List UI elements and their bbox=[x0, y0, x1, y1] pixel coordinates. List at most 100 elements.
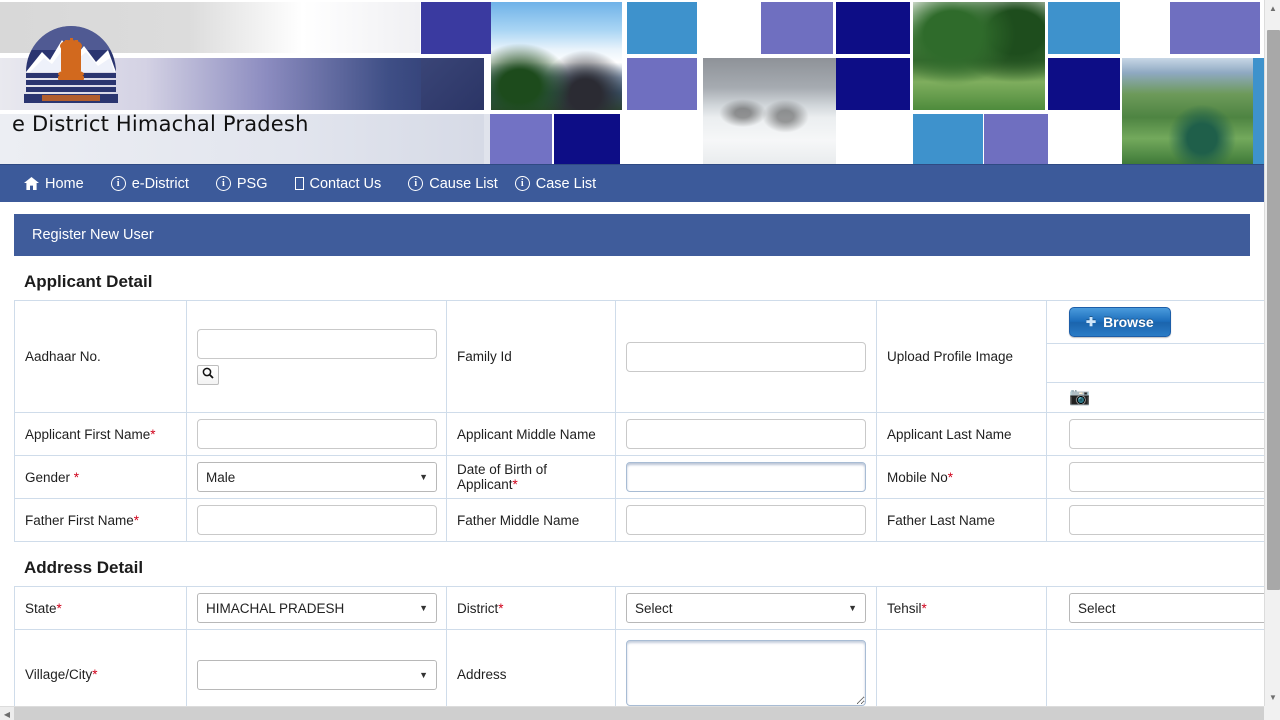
table-row: Father First Name* Father Middle Name Fa… bbox=[15, 499, 1265, 542]
plus-icon: ✚ bbox=[1086, 316, 1096, 328]
district-label-text: District bbox=[457, 601, 498, 616]
nav-item-contact-us[interactable]: Contact Us bbox=[295, 176, 395, 192]
applicant-middle-name-input[interactable] bbox=[626, 419, 866, 449]
webcam-row: 📷 bbox=[1047, 383, 1264, 412]
tehsil-select[interactable]: Select bbox=[1069, 593, 1264, 623]
mobile-no-cell bbox=[1047, 456, 1265, 499]
required-mark: * bbox=[150, 427, 155, 442]
required-mark: * bbox=[922, 601, 927, 616]
section-header-title: Register New User bbox=[32, 227, 154, 243]
upload-filename-input[interactable] bbox=[1069, 350, 1264, 376]
applicant-first-name-label-text: Applicant First Name bbox=[25, 427, 150, 442]
table-row: Gender * Male ▼ Date of Birth of App bbox=[15, 456, 1265, 499]
applicant-first-name-input[interactable] bbox=[197, 419, 437, 449]
vertical-scrollbar[interactable]: ▲ ▼ bbox=[1264, 0, 1280, 706]
father-middle-name-cell bbox=[616, 499, 877, 542]
banner-tile-white-4 bbox=[1121, 2, 1169, 54]
nav-item-edistrict[interactable]: i e-District bbox=[111, 176, 202, 192]
scroll-down-arrow-icon[interactable]: ▼ bbox=[1265, 689, 1280, 706]
camera-icon[interactable]: 📷 bbox=[1069, 387, 1090, 407]
father-last-name-label: Father Last Name bbox=[877, 499, 1047, 542]
applicant-last-name-input[interactable] bbox=[1069, 419, 1264, 449]
village-city-label: Village/City* bbox=[15, 630, 187, 707]
upload-profile-image-cell: ✚ Browse 📷 bbox=[1047, 301, 1265, 413]
required-mark: * bbox=[498, 601, 503, 616]
gender-label-text: Gender bbox=[25, 470, 74, 485]
main-navigation: Home i e-District i PSG Contact Us i Cau… bbox=[0, 164, 1264, 202]
mobile-no-input[interactable] bbox=[1069, 462, 1264, 492]
address-detail-table: State* HIMACHAL PRADESH ▼ District* bbox=[14, 586, 1264, 706]
address-cell bbox=[616, 630, 877, 707]
nav-item-cause-list[interactable]: i Cause List bbox=[408, 176, 511, 192]
upload-profile-image-label: Upload Profile Image bbox=[877, 301, 1047, 413]
state-cell: HIMACHAL PRADESH ▼ bbox=[187, 587, 447, 630]
nav-item-psg[interactable]: i PSG bbox=[216, 176, 281, 192]
nav-item-cause-list-label: Cause List bbox=[429, 176, 498, 192]
scroll-up-arrow-icon[interactable]: ▲ bbox=[1265, 0, 1280, 17]
banner-photo-snow-peaks bbox=[491, 2, 622, 110]
banner-tile-white-3 bbox=[1049, 114, 1119, 164]
state-label: State* bbox=[15, 587, 187, 630]
address-empty-cell-2 bbox=[1047, 630, 1265, 707]
father-first-name-label-text: Father First Name bbox=[25, 513, 134, 528]
aadhaar-input[interactable] bbox=[197, 329, 437, 359]
address-label: Address bbox=[447, 630, 616, 707]
required-mark: * bbox=[74, 470, 79, 485]
register-new-user-form: Register New User Applicant Detail Aadha… bbox=[0, 202, 1264, 706]
father-last-name-cell bbox=[1047, 499, 1265, 542]
aadhaar-search-button[interactable] bbox=[197, 365, 219, 385]
banner-tile-edge-blue bbox=[1253, 58, 1264, 164]
scroll-left-arrow-icon[interactable]: ◀ bbox=[0, 707, 14, 720]
banner-tile-periwinkle-1 bbox=[490, 114, 552, 164]
tehsil-cell: Select ▼ bbox=[1047, 587, 1265, 630]
vertical-scrollbar-thumb[interactable] bbox=[1267, 30, 1280, 590]
required-mark: * bbox=[134, 513, 139, 528]
info-circle-icon: i bbox=[111, 176, 126, 191]
father-middle-name-label: Father Middle Name bbox=[447, 499, 616, 542]
address-textarea[interactable] bbox=[626, 640, 866, 706]
gender-select[interactable]: Male bbox=[197, 462, 437, 492]
table-row: Aadhaar No. Family Id bbox=[15, 301, 1265, 413]
required-mark: * bbox=[57, 601, 62, 616]
himachal-pradesh-government-emblem bbox=[16, 10, 126, 106]
father-middle-name-input[interactable] bbox=[626, 505, 866, 535]
district-cell: Select ▼ bbox=[616, 587, 877, 630]
horizontal-scrollbar[interactable]: ◀ bbox=[0, 706, 1264, 720]
father-first-name-input[interactable] bbox=[197, 505, 437, 535]
banner-photo-snow-town bbox=[703, 58, 836, 164]
upload-filename-row bbox=[1047, 344, 1264, 383]
banner-tile-navy-2 bbox=[836, 2, 910, 54]
applicant-middle-name-cell bbox=[616, 413, 877, 456]
banner-tile-steelblue-1 bbox=[627, 2, 697, 54]
banner-tile-periwinkle-4 bbox=[984, 114, 1048, 164]
info-circle-icon: i bbox=[408, 176, 423, 191]
info-circle-icon: i bbox=[515, 176, 530, 191]
gender-cell: Male ▼ bbox=[187, 456, 447, 499]
state-label-text: State bbox=[25, 601, 57, 616]
required-mark: * bbox=[948, 470, 953, 485]
district-select[interactable]: Select bbox=[626, 593, 866, 623]
nav-item-case-list[interactable]: i Case List bbox=[515, 176, 609, 192]
table-row: Village/City* ▼ Address bbox=[15, 630, 1265, 707]
state-select[interactable]: HIMACHAL PRADESH bbox=[197, 593, 437, 623]
dob-label-text: Date of Birth of Applicant bbox=[457, 462, 547, 492]
table-row: Applicant First Name* Applicant Middle N… bbox=[15, 413, 1265, 456]
applicant-last-name-label: Applicant Last Name bbox=[877, 413, 1047, 456]
nav-item-contact-us-label: Contact Us bbox=[310, 176, 382, 192]
applicant-detail-heading: Applicant Detail bbox=[24, 272, 1264, 292]
address-detail-heading: Address Detail bbox=[24, 558, 1264, 578]
village-city-cell: ▼ bbox=[187, 630, 447, 707]
dob-input[interactable] bbox=[626, 462, 866, 492]
father-last-name-input[interactable] bbox=[1069, 505, 1264, 535]
district-label: District* bbox=[447, 587, 616, 630]
home-icon bbox=[24, 177, 39, 190]
search-icon bbox=[202, 367, 214, 382]
browse-button[interactable]: ✚ Browse bbox=[1069, 307, 1171, 337]
banner-tile-steelblue-3 bbox=[913, 114, 983, 164]
applicant-detail-table: Aadhaar No. Family Id bbox=[14, 300, 1264, 542]
village-city-select[interactable] bbox=[197, 660, 437, 690]
banner-tile-white-1 bbox=[700, 2, 760, 54]
family-id-input[interactable] bbox=[626, 342, 866, 372]
nav-item-home[interactable]: Home bbox=[24, 176, 97, 192]
address-empty-cell-1 bbox=[877, 630, 1047, 707]
